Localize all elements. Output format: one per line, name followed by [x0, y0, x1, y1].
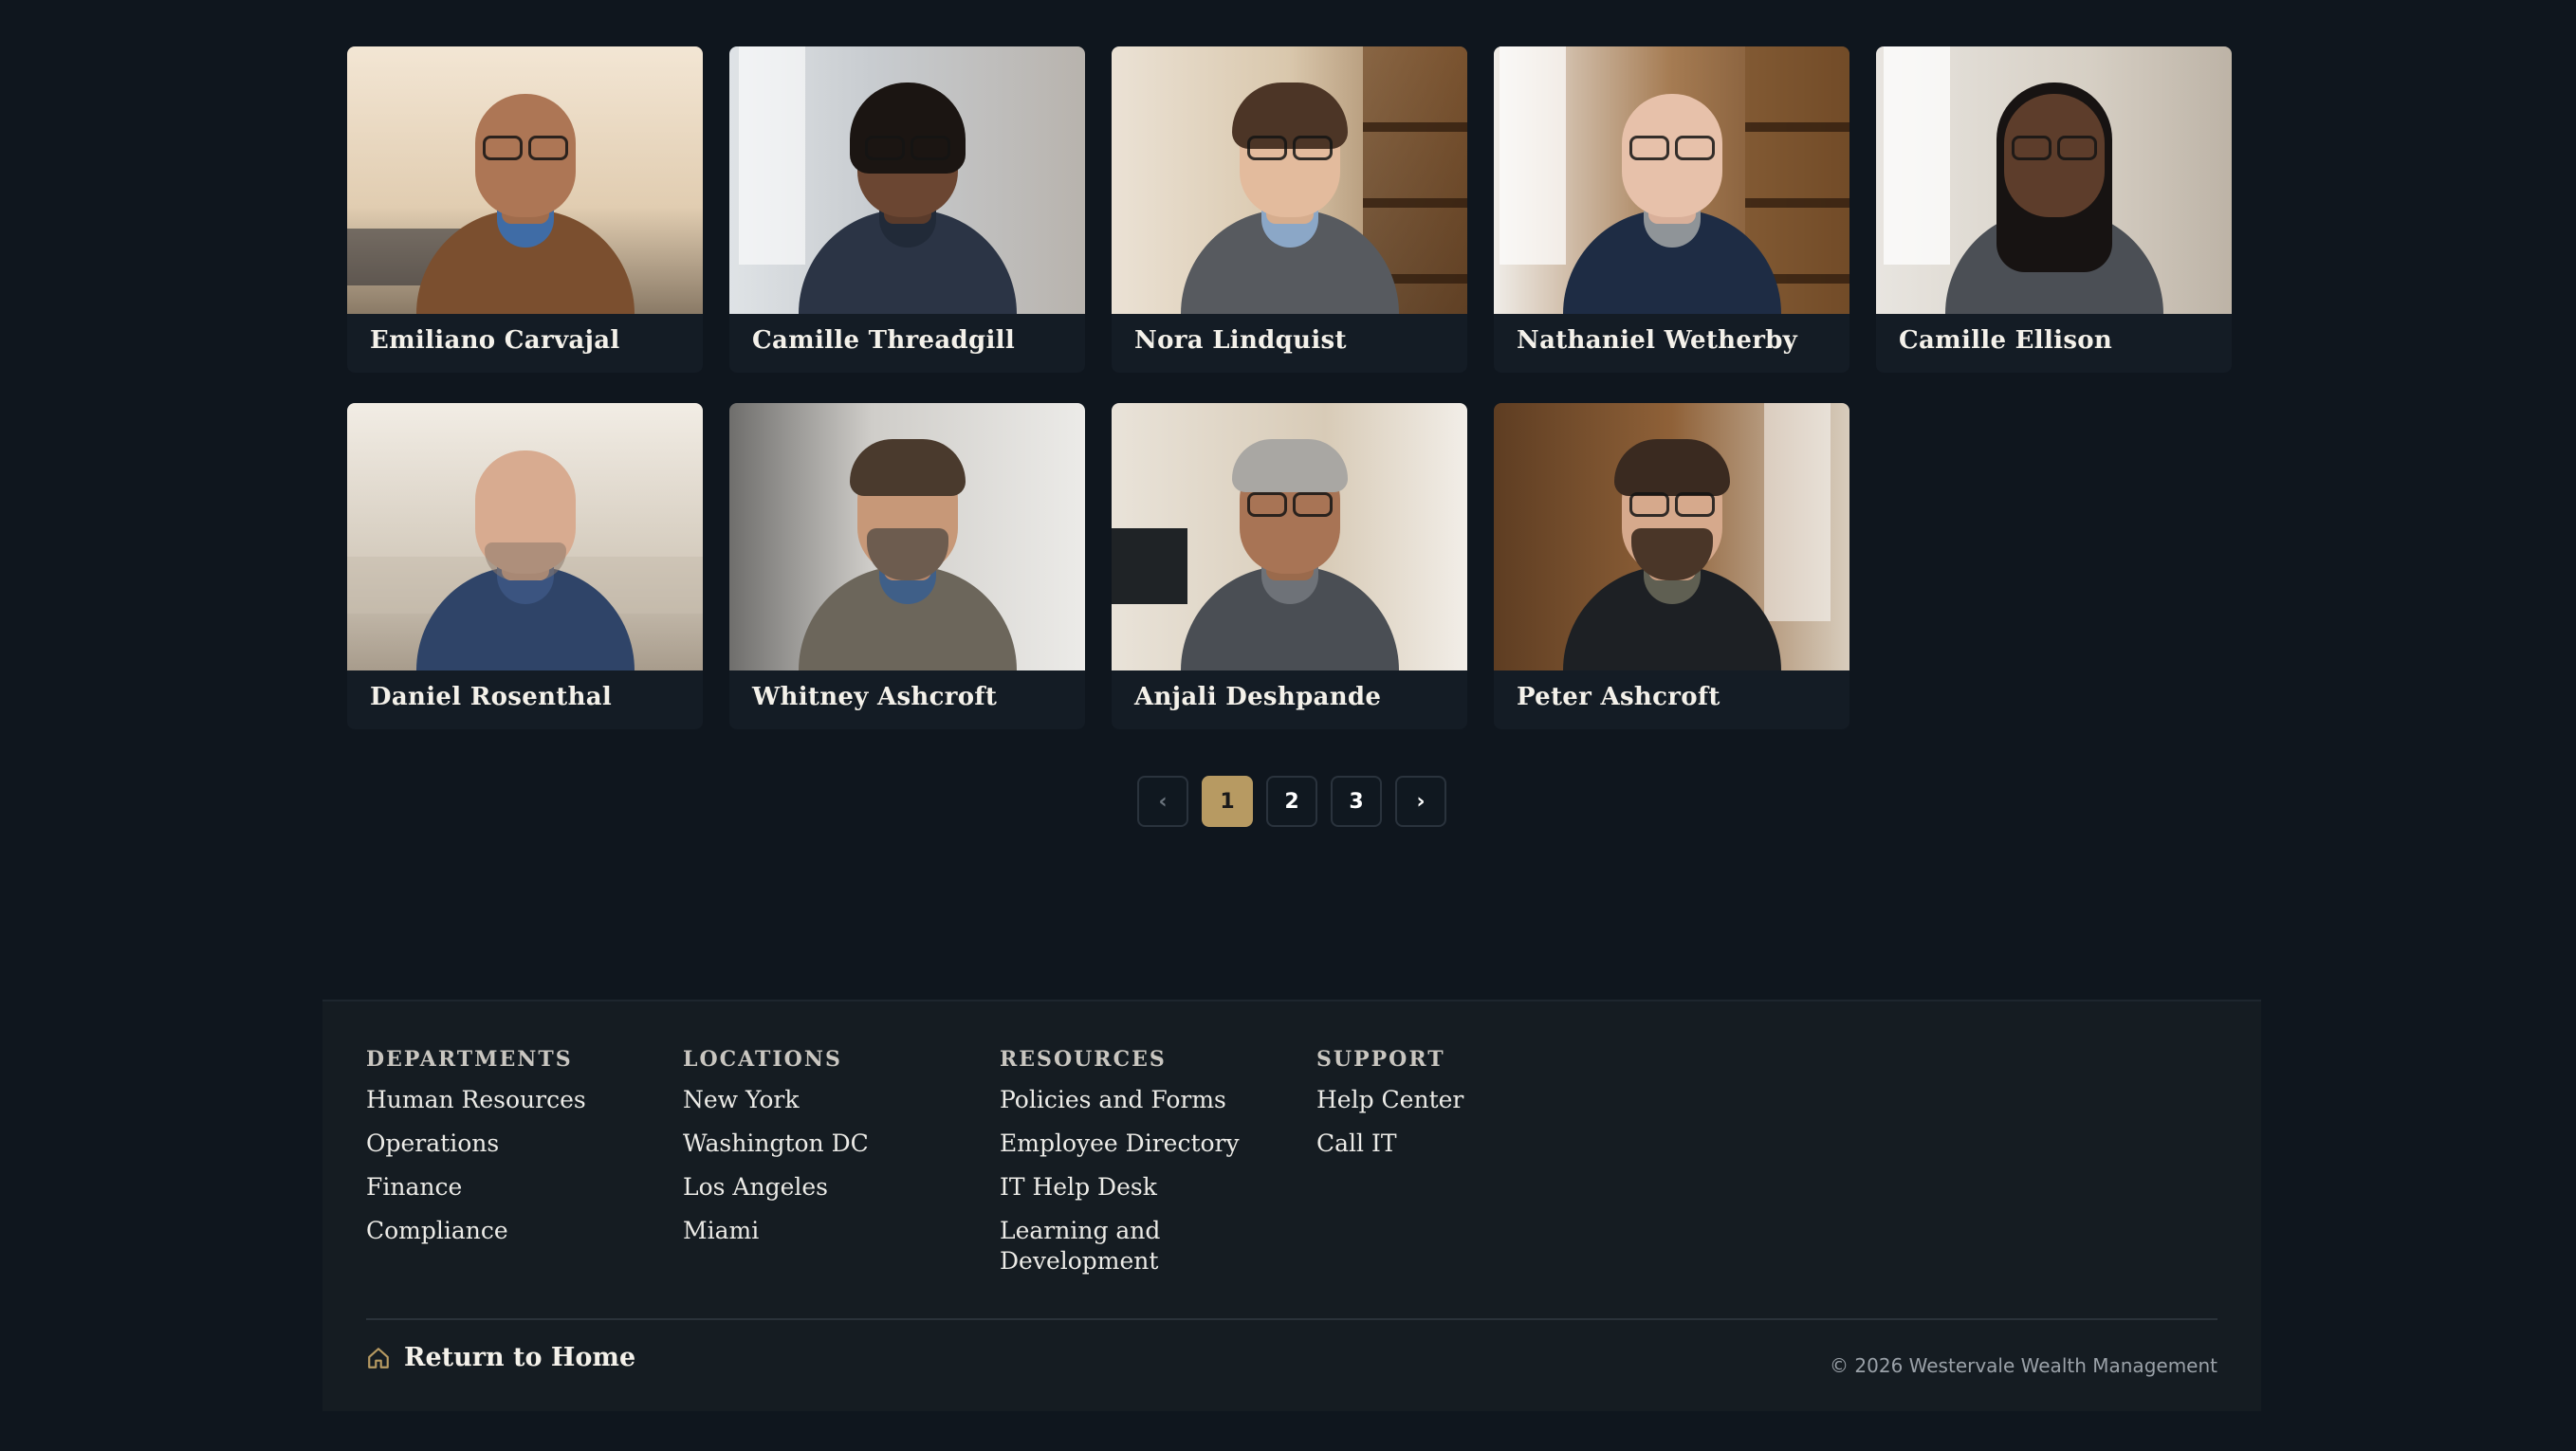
footer-heading: DEPARTMENTS	[366, 1047, 573, 1072]
pagination: ‹ 1 2 3 ›	[1137, 776, 1446, 827]
person-photo	[347, 46, 703, 314]
person-name: Peter Ashcroft	[1517, 683, 1720, 711]
footer-link[interactable]: IT Help Desk	[1000, 1172, 1246, 1203]
return-home-link[interactable]: Return to Home	[366, 1343, 635, 1372]
prev-page-button[interactable]: ‹	[1137, 776, 1188, 827]
person-photo	[1494, 403, 1849, 670]
footer-heading: LOCATIONS	[683, 1047, 842, 1072]
person-name: Camille Ellison	[1899, 326, 2113, 355]
person-card[interactable]: Daniel Rosenthal	[347, 403, 703, 729]
person-photo	[1494, 46, 1849, 314]
person-name: Emiliano Carvajal	[370, 326, 620, 355]
person-photo	[1876, 46, 2232, 314]
person-name: Nathaniel Wetherby	[1517, 326, 1798, 355]
footer-link[interactable]: Help Center	[1316, 1085, 1563, 1115]
footer-link[interactable]: Human Resources	[366, 1085, 613, 1115]
page-button-1[interactable]: 1	[1202, 776, 1253, 827]
footer-link[interactable]: Employee Directory	[1000, 1129, 1246, 1159]
person-photo	[1112, 46, 1467, 314]
person-photo	[347, 403, 703, 670]
footer-column-support: SUPPORT Help Center Call IT	[1316, 1047, 1633, 1290]
return-home-label: Return to Home	[404, 1343, 636, 1372]
person-card[interactable]: Nathaniel Wetherby	[1494, 46, 1849, 373]
person-card[interactable]: Whitney Ashcroft	[729, 403, 1085, 729]
person-photo	[1112, 403, 1467, 670]
person-name: Nora Lindquist	[1134, 326, 1347, 355]
footer-column-departments: DEPARTMENTS Human Resources Operations F…	[366, 1047, 683, 1290]
home-icon	[368, 1347, 389, 1368]
footer-link[interactable]: Compliance	[366, 1216, 613, 1246]
page-button-3[interactable]: 3	[1331, 776, 1382, 827]
footer-link[interactable]: Finance	[366, 1172, 613, 1203]
footer-column-resources: RESOURCES Policies and Forms Employee Di…	[1000, 1047, 1316, 1290]
person-name: Camille Threadgill	[752, 326, 1016, 355]
person-name: Anjali Deshpande	[1134, 683, 1382, 711]
footer-column-locations: LOCATIONS New York Washington DC Los Ang…	[683, 1047, 1000, 1290]
footer-heading: RESOURCES	[1000, 1047, 1167, 1072]
page-button-2[interactable]: 2	[1266, 776, 1317, 827]
person-card[interactable]: Emiliano Carvajal	[347, 46, 703, 373]
footer-link[interactable]: Call IT	[1316, 1129, 1563, 1159]
person-card[interactable]: Peter Ashcroft	[1494, 403, 1849, 729]
next-page-button[interactable]: ›	[1395, 776, 1446, 827]
footer: DEPARTMENTS Human Resources Operations F…	[322, 1000, 2261, 1411]
footer-link[interactable]: Policies and Forms	[1000, 1085, 1246, 1115]
person-photo	[729, 46, 1085, 314]
footer-divider	[366, 1318, 2217, 1320]
person-card[interactable]: Camille Threadgill	[729, 46, 1085, 373]
person-name: Whitney Ashcroft	[752, 683, 998, 711]
footer-link[interactable]: Operations	[366, 1129, 613, 1159]
person-card[interactable]: Camille Ellison	[1876, 46, 2232, 373]
page: Emiliano Carvajal Camille Threadgill Nor…	[0, 0, 2576, 1451]
person-name: Daniel Rosenthal	[370, 683, 613, 711]
footer-heading: SUPPORT	[1316, 1047, 1445, 1072]
footer-link[interactable]: Learning and Development	[1000, 1216, 1189, 1277]
person-photo	[729, 403, 1085, 670]
footer-link[interactable]: Miami	[683, 1216, 929, 1246]
copyright-text: © 2026 Westervale Wealth Management	[1830, 1354, 2217, 1377]
footer-link[interactable]: Los Angeles	[683, 1172, 929, 1203]
person-card[interactable]: Nora Lindquist	[1112, 46, 1467, 373]
footer-columns: DEPARTMENTS Human Resources Operations F…	[366, 1047, 1633, 1290]
footer-link[interactable]: Washington DC	[683, 1129, 929, 1159]
person-card[interactable]: Anjali Deshpande	[1112, 403, 1467, 729]
footer-link[interactable]: New York	[683, 1085, 929, 1115]
